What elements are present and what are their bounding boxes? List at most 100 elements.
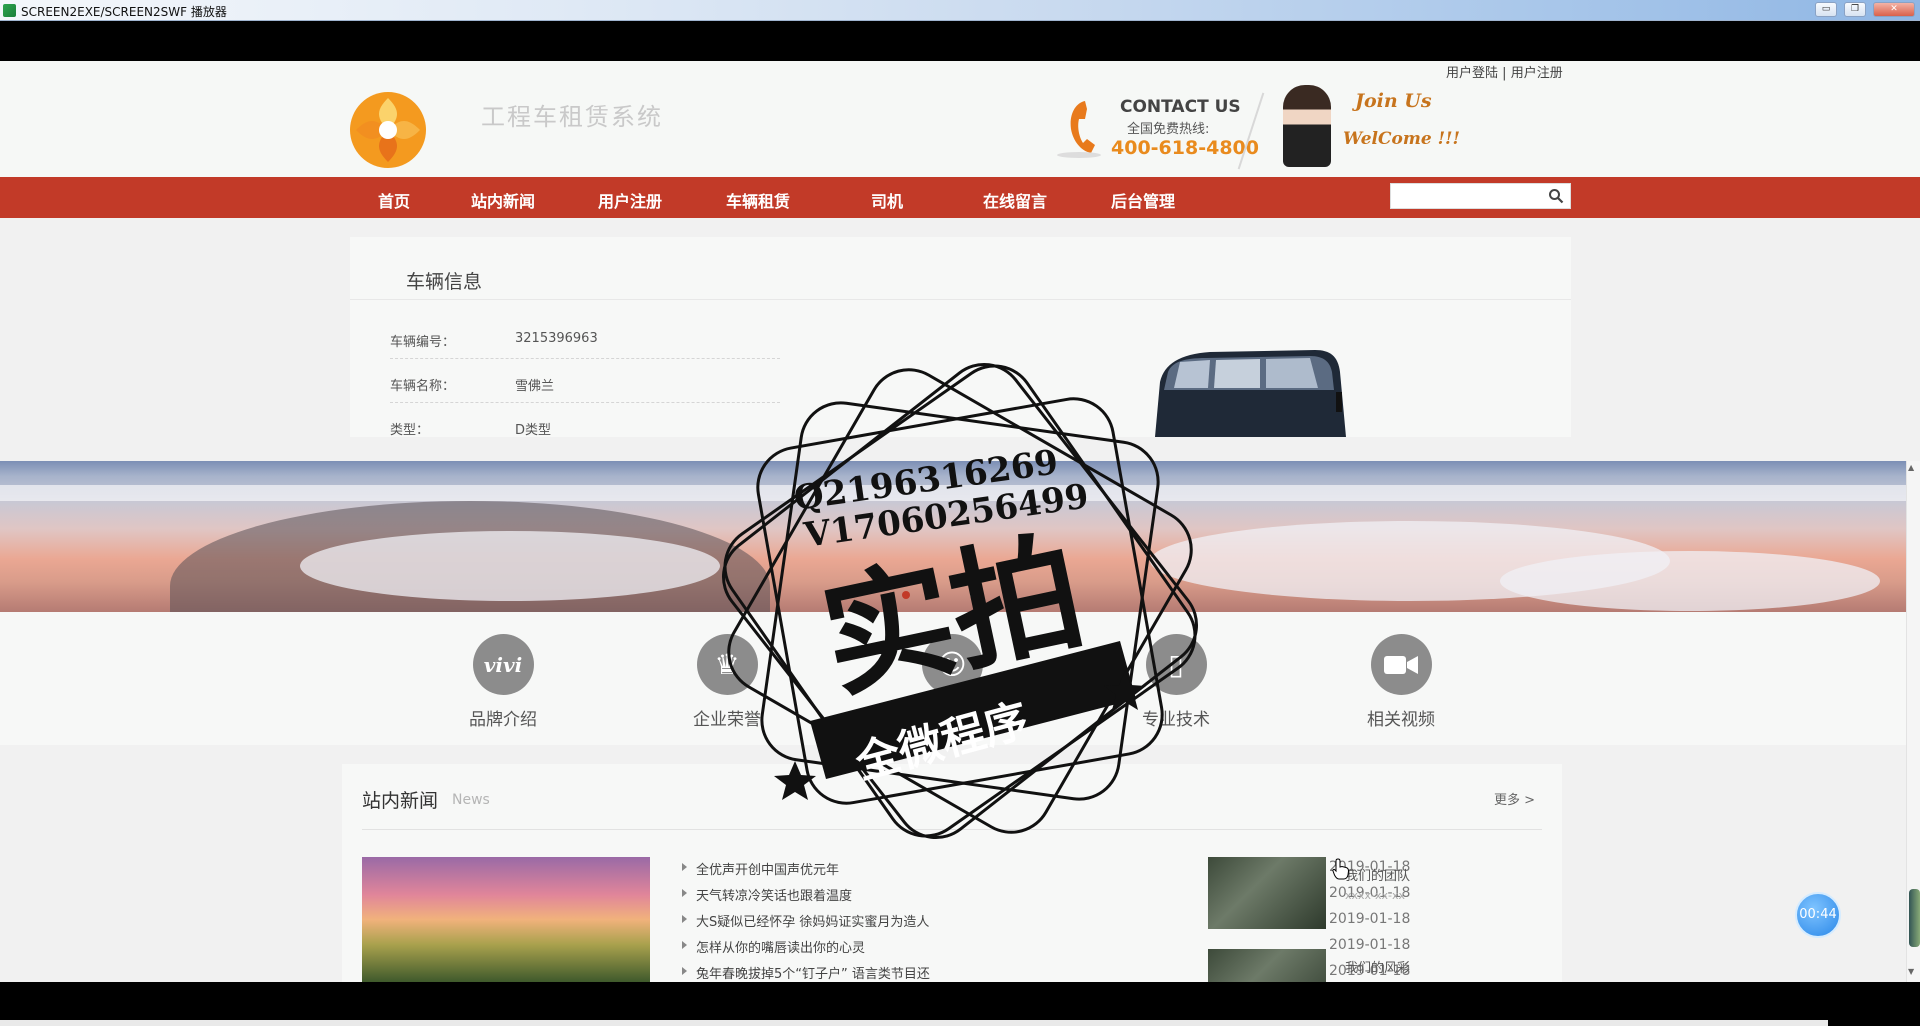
news-more-link[interactable]: 更多 > [1494, 789, 1535, 808]
join-title: Join Us [1355, 90, 1432, 112]
nav-register[interactable]: 用户注册 [598, 188, 662, 212]
bullet-arrow-icon [682, 863, 687, 871]
side-volume-widget[interactable] [1909, 889, 1920, 947]
nav-rental[interactable]: 车辆租赁 [726, 188, 790, 212]
info-value: 雪佛兰 [515, 379, 555, 394]
player-top-bar [0, 21, 1920, 61]
player-viewport: 用户登陆 | 用户注册 工程车租赁系统 CONTACT US 全国免费热线: 4… [0, 61, 1920, 982]
news-item-title: 怎样从你的嘴唇读出你的心灵 [696, 941, 866, 956]
hero-banner [0, 461, 1906, 612]
contact-title: CONTACT US [1120, 97, 1241, 117]
vehicle-row-id: 车辆编号： 3215396963 [390, 317, 780, 359]
feature-label: 企业荣誉 [693, 710, 761, 730]
feature-team[interactable]: ☺ 团队力量 [882, 634, 1022, 730]
feature-brand[interactable]: vivi 品牌介绍 [433, 634, 573, 730]
info-label: 类型： [390, 423, 430, 438]
nav-news[interactable]: 站内新闻 [471, 188, 535, 212]
news-item[interactable]: 天气转凉冷笑话也跟着温度 2019-01-18 [682, 882, 1410, 908]
nav-driver[interactable]: 司机 [871, 188, 903, 212]
team-thumbnail[interactable] [1208, 949, 1326, 982]
playback-progress-track[interactable] [0, 1020, 1828, 1026]
nav-home[interactable]: 首页 [378, 188, 410, 212]
link-separator: | [1502, 66, 1507, 81]
feature-video[interactable]: 相关视频 [1331, 634, 1471, 730]
feature-label: 相关视频 [1367, 710, 1435, 730]
news-item-title: 大S疑似已经怀孕 徐妈妈证实蜜月为造人 [696, 915, 930, 930]
register-link[interactable]: 用户注册 [1511, 66, 1563, 81]
window-title: SCREEN2EXE/SCREEN2SWF 播放器 [21, 5, 227, 19]
vehicle-info-panel: 车辆信息 车辆编号： 3215396963 车辆名称： 雪佛兰 类型： D类型 [350, 237, 1571, 438]
banner-cloud [300, 531, 720, 601]
scroll-down-arrow[interactable]: ▼ [1908, 967, 1914, 976]
news-item-title: 全优声开创中国声优元年 [696, 863, 840, 878]
news-subtitle: News [452, 792, 490, 808]
info-label: 车辆名称： [390, 379, 456, 394]
team-date: xxxx-xx-xx [1345, 889, 1406, 902]
video-camera-icon [1370, 634, 1432, 695]
minimize-button[interactable]: ▭ [1815, 2, 1837, 17]
news-item[interactable]: 全优声开创中国声优元年 2019-01-18 [682, 856, 1410, 882]
news-list: 全优声开创中国声优元年 2019-01-18 天气转凉冷笑话也跟着温度 2019-0… [682, 856, 1410, 982]
close-button[interactable]: ✕ [1873, 2, 1915, 17]
info-value: D类型 [515, 423, 552, 438]
news-item-title: 天气转凉冷笑话也跟着温度 [696, 889, 853, 904]
panel-divider [350, 299, 1571, 300]
window-title-bar: SCREEN2EXE/SCREEN2SWF 播放器 ▭ ❐ ✕ [0, 0, 1920, 21]
bullet-arrow-icon [682, 941, 687, 949]
team-title[interactable]: 我们的风彩 [1345, 957, 1410, 976]
main-nav: 首页 站内新闻 用户注册 车辆租赁 司机 在线留言 后台管理 [0, 177, 1920, 218]
info-value: 3215396963 [515, 331, 598, 346]
phone-icon [1057, 101, 1101, 158]
news-item-title: 兔年春晚拔掉5个“钉子户” 语言类节目还 [696, 967, 930, 982]
news-featured-image[interactable] [362, 857, 650, 982]
vivi-icon: vivi [472, 634, 534, 695]
site-header: 用户登陆 | 用户注册 工程车租赁系统 CONTACT US 全国免费热线: 4… [0, 61, 1920, 177]
feature-label: 品牌介绍 [469, 710, 537, 730]
search-icon[interactable] [1548, 188, 1564, 204]
book-icon: ▯ [1145, 634, 1207, 695]
feature-label: 专业技术 [1142, 710, 1210, 730]
maximize-button[interactable]: ❐ [1844, 2, 1866, 17]
news-item-date: 2019-01-18 [1329, 911, 1411, 927]
player-bottom-bar [0, 982, 1920, 1026]
join-subtitle: WelCome !!! [1343, 129, 1460, 149]
news-item[interactable]: 怎样从你的嘴唇读出你的心灵 2019-01-18 [682, 934, 1410, 960]
bullet-arrow-icon [682, 889, 687, 897]
banner-cloud [1500, 551, 1880, 611]
news-item[interactable]: 兔年春晚拔掉5个“钉子户” 语言类节目还 2019-01-18 [682, 960, 1410, 982]
contact-subtitle: 全国免费热线: [1127, 122, 1210, 137]
contact-phone: 400-618-4800 [1111, 137, 1259, 159]
news-section: 站内新闻 News 更多 > 全优声开创中国声优元年 2019-01-18 天气转… [342, 764, 1562, 982]
banner-dot-active[interactable] [902, 591, 910, 599]
scroll-up-arrow[interactable]: ▲ [1908, 463, 1914, 472]
bullet-arrow-icon [682, 915, 687, 923]
join-us-photo [1283, 85, 1331, 167]
recording-timer: 00:44 [1795, 892, 1841, 938]
nav-admin[interactable]: 后台管理 [1111, 188, 1175, 212]
vehicle-row-name: 车辆名称： 雪佛兰 [390, 361, 780, 403]
team-icon: ☺ [921, 634, 983, 695]
vehicle-image [1155, 350, 1346, 437]
vehicle-info-title: 车辆信息 [406, 271, 483, 293]
news-item-date: 2019-01-18 [1329, 937, 1411, 953]
login-link[interactable]: 用户登陆 [1446, 66, 1498, 81]
nav-message[interactable]: 在线留言 [983, 188, 1047, 212]
feature-honor[interactable]: ♛ 企业荣誉 [657, 634, 797, 730]
team-title[interactable]: 我们的团队 [1345, 865, 1410, 884]
site-logo[interactable] [348, 90, 428, 170]
team-thumbnail[interactable] [1208, 857, 1326, 929]
bullet-arrow-icon [682, 967, 687, 975]
feature-strip: vivi 品牌介绍 ♛ 企业荣誉 ☺ 团队力量 ▯ 专业技术 相关视频 [0, 612, 1906, 745]
feature-label: 团队力量 [918, 710, 986, 730]
top-links: 用户登陆 | 用户注册 [1446, 62, 1563, 81]
banner-dot[interactable] [970, 591, 978, 599]
search-input[interactable] [1392, 185, 1542, 207]
hand-cursor-icon [1332, 858, 1350, 880]
news-item[interactable]: 大S疑似已经怀孕 徐妈妈证实蜜月为造人 2019-01-18 [682, 908, 1410, 934]
vehicle-row-type: 类型： D类型 [390, 405, 780, 447]
feature-tech[interactable]: ▯ 专业技术 [1106, 634, 1246, 730]
app-icon [3, 4, 16, 17]
banner-mist [0, 485, 1906, 501]
site-name: 工程车租赁系统 [481, 103, 663, 131]
news-title: 站内新闻 [362, 790, 439, 812]
